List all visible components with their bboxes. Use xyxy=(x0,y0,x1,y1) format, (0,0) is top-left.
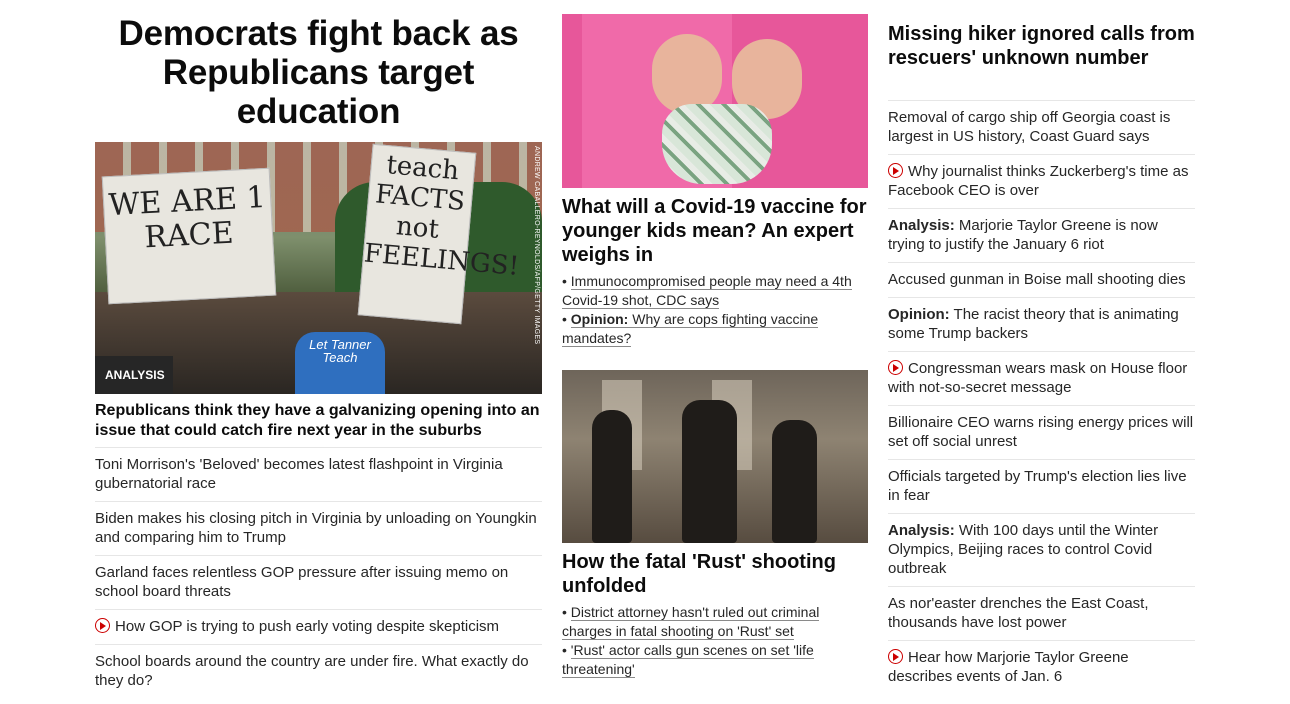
list-item[interactable]: • 'Rust' actor calls gun scenes on set '… xyxy=(562,641,868,679)
list-item-link[interactable]: Toni Morrison's 'Beloved' becomes latest… xyxy=(95,456,503,492)
photo-credit: ANDREW CABALLERO-REYNOLDS/AFP/GETTY IMAG… xyxy=(533,146,540,345)
list-item[interactable]: • Opinion: Why are cops fighting vaccine… xyxy=(562,310,868,348)
protest-sign-left: WE ARE 1 RACE xyxy=(101,167,277,305)
list-item-link[interactable]: Hear how Marjorie Taylor Greene describe… xyxy=(888,649,1129,685)
list-item-link[interactable]: Garland faces relentless GOP pressure af… xyxy=(95,564,508,600)
person xyxy=(682,400,737,543)
list-item-link[interactable]: Why journalist thinks Zuckerberg's time … xyxy=(888,163,1188,199)
list-item[interactable]: Removal of cargo ship off Georgia coast … xyxy=(888,100,1195,154)
list-item[interactable]: School boards around the country are und… xyxy=(95,644,542,698)
list-item[interactable]: As nor'easter drenches the East Coast, t… xyxy=(888,586,1195,640)
list-item[interactable]: How GOP is trying to push early voting d… xyxy=(95,609,542,644)
list-item-link[interactable]: 'Rust' actor calls gun scenes on set 'li… xyxy=(562,642,814,678)
list-item-link[interactable]: District attorney hasn't ruled out crimi… xyxy=(562,604,820,640)
video-play-icon xyxy=(95,618,110,633)
lead-image[interactable]: WE ARE 1 RACE teach FACTS not FEELINGS! … xyxy=(95,142,542,394)
video-play-icon xyxy=(888,649,903,664)
list-item[interactable]: Why journalist thinks Zuckerberg's time … xyxy=(888,154,1195,208)
covid-vaccine-image[interactable] xyxy=(562,14,868,188)
list-item[interactable]: Garland faces relentless GOP pressure af… xyxy=(95,555,542,609)
opinion-kicker: Opinion: xyxy=(570,311,629,327)
face-mask xyxy=(662,104,772,184)
list-item[interactable]: Toni Morrison's 'Beloved' becomes latest… xyxy=(95,447,542,501)
video-play-icon xyxy=(888,163,903,178)
person xyxy=(772,420,817,543)
list-item[interactable]: Accused gunman in Boise mall shooting di… xyxy=(888,262,1195,297)
rust-related-list: • District attorney hasn't ruled out cri… xyxy=(562,603,868,679)
list-item-link[interactable]: Congressman wears mask on House floor wi… xyxy=(888,360,1187,396)
hand xyxy=(652,34,722,114)
list-item-link[interactable]: Immunocompromised people may need a 4th … xyxy=(562,273,852,309)
list-item-link[interactable]: Officials targeted by Trump's election l… xyxy=(888,468,1187,504)
list-item-link[interactable]: Accused gunman in Boise mall shooting di… xyxy=(888,271,1186,288)
rust-shooting-image[interactable] xyxy=(562,370,868,543)
analysis-badge: ANALYSIS xyxy=(95,356,173,394)
list-item[interactable]: Officials targeted by Trump's election l… xyxy=(888,459,1195,513)
covid-vaccine-headline[interactable]: What will a Covid-19 vaccine for younger… xyxy=(562,195,868,267)
covid-related-list: • Immunocompromised people may need a 4t… xyxy=(562,272,868,348)
person xyxy=(592,410,632,543)
protest-sign-right: teach FACTS not FEELINGS! xyxy=(357,143,520,325)
list-item-link[interactable]: Removal of cargo ship off Georgia coast … xyxy=(888,109,1170,145)
list-item-link[interactable]: Biden makes his closing pitch in Virgini… xyxy=(95,510,537,546)
list-item[interactable]: Congressman wears mask on House floor wi… xyxy=(888,351,1195,405)
list-item-link[interactable]: Opinion: Why are cops fighting vaccine m… xyxy=(562,311,819,347)
rust-shooting-headline[interactable]: How the fatal 'Rust' shooting unfolded xyxy=(562,550,868,598)
lead-related-list: Toni Morrison's 'Beloved' becomes latest… xyxy=(95,447,542,698)
lead-headline[interactable]: Democrats fight back as Republicans targ… xyxy=(95,14,542,131)
opinion-kicker: Opinion: xyxy=(888,306,950,323)
list-item-link[interactable]: School boards around the country are und… xyxy=(95,653,529,689)
list-item[interactable]: Analysis: With 100 days until the Winter… xyxy=(888,513,1195,586)
tshirt-text: Let Tanner Teach xyxy=(295,332,385,394)
list-item[interactable]: • Immunocompromised people may need a 4t… xyxy=(562,272,868,310)
analysis-kicker: Analysis: xyxy=(888,522,955,539)
list-item-link[interactable]: Billionaire CEO warns rising energy pric… xyxy=(888,414,1193,450)
analysis-kicker: Analysis: xyxy=(888,217,955,234)
list-item[interactable]: Billionaire CEO warns rising energy pric… xyxy=(888,405,1195,459)
list-item[interactable]: Biden makes his closing pitch in Virgini… xyxy=(95,501,542,555)
headline-list: Removal of cargo ship off Georgia coast … xyxy=(888,100,1195,694)
list-item-link[interactable]: How GOP is trying to push early voting d… xyxy=(115,618,499,635)
list-item[interactable]: Hear how Marjorie Taylor Greene describe… xyxy=(888,640,1195,694)
list-item[interactable]: Opinion: The racist theory that is anima… xyxy=(888,297,1195,351)
list-item[interactable]: Analysis: Marjorie Taylor Greene is now … xyxy=(888,208,1195,262)
list-item[interactable]: • District attorney hasn't ruled out cri… xyxy=(562,603,868,641)
video-play-icon xyxy=(888,360,903,375)
lead-subheadline[interactable]: Republicans think they have a galvanizin… xyxy=(95,401,542,441)
hiker-headline[interactable]: Missing hiker ignored calls from rescuer… xyxy=(888,22,1195,70)
list-item-link[interactable]: As nor'easter drenches the East Coast, t… xyxy=(888,595,1149,631)
